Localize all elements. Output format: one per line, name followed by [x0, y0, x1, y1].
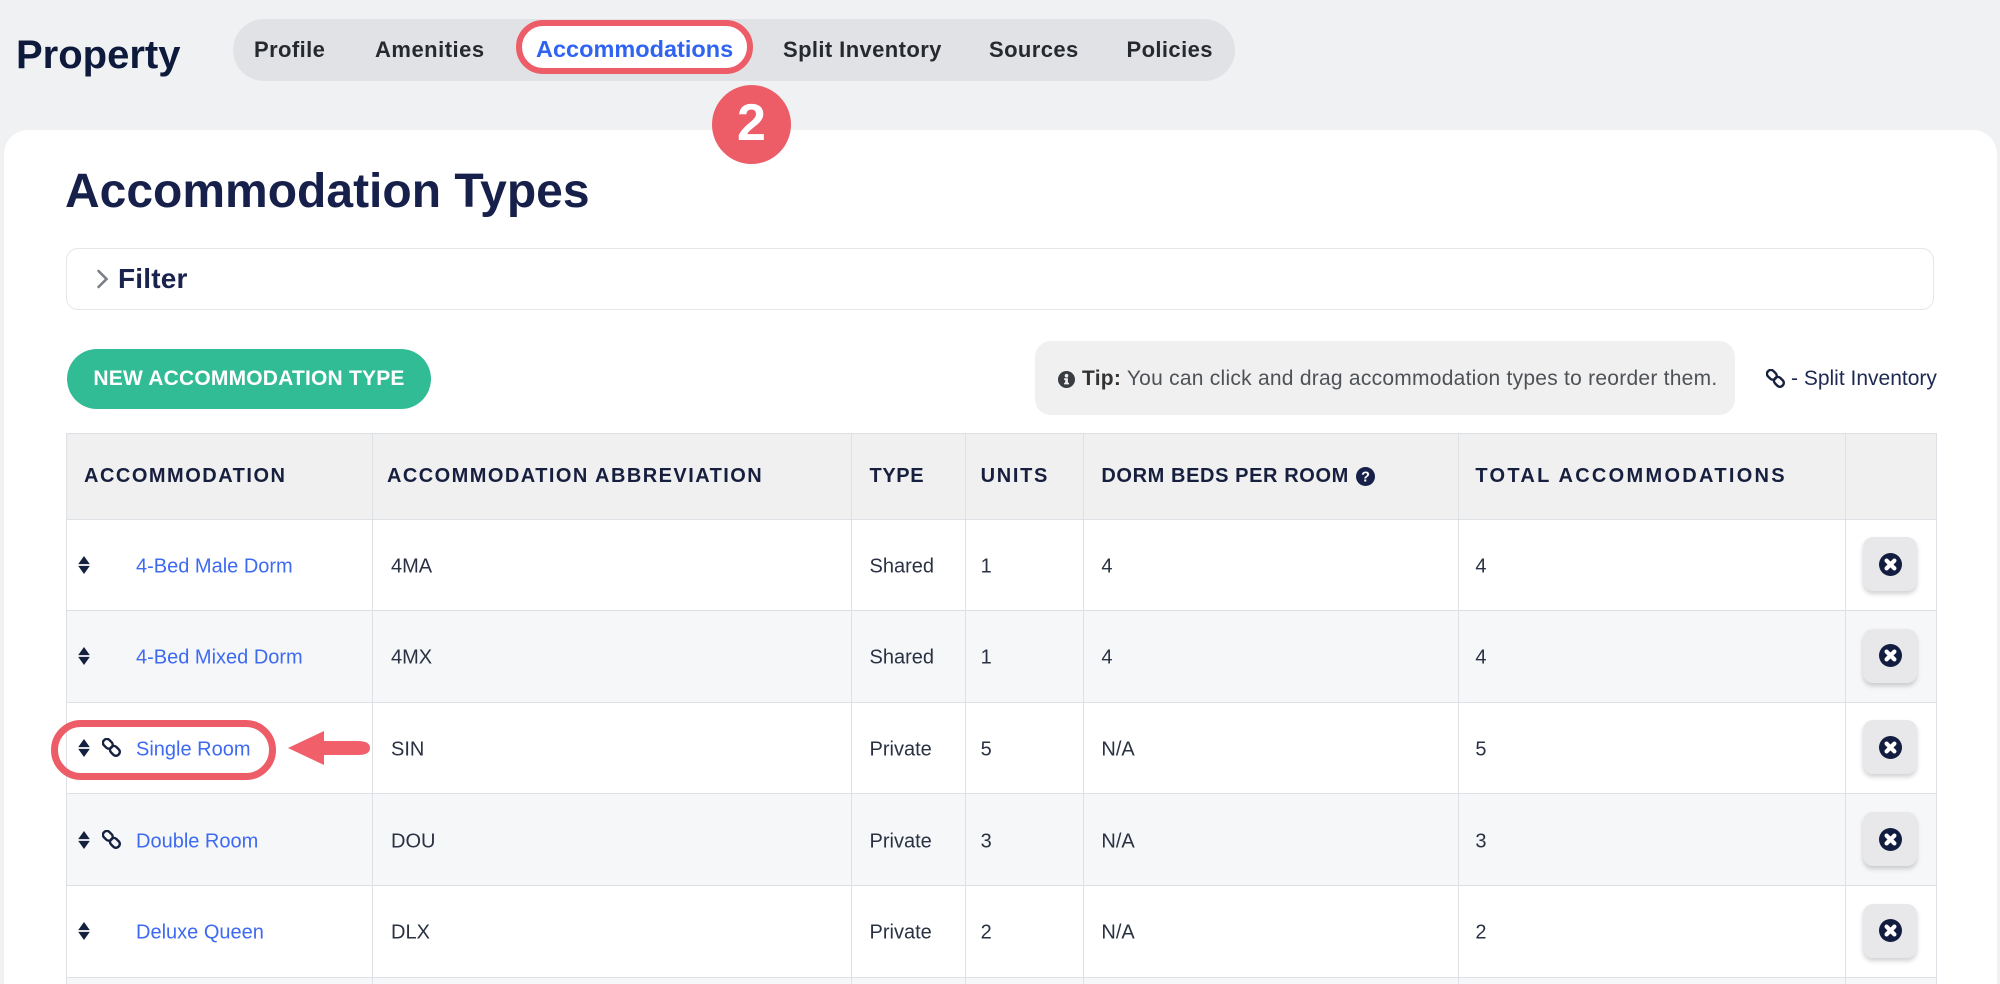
svg-text:?: ? [1361, 469, 1370, 485]
